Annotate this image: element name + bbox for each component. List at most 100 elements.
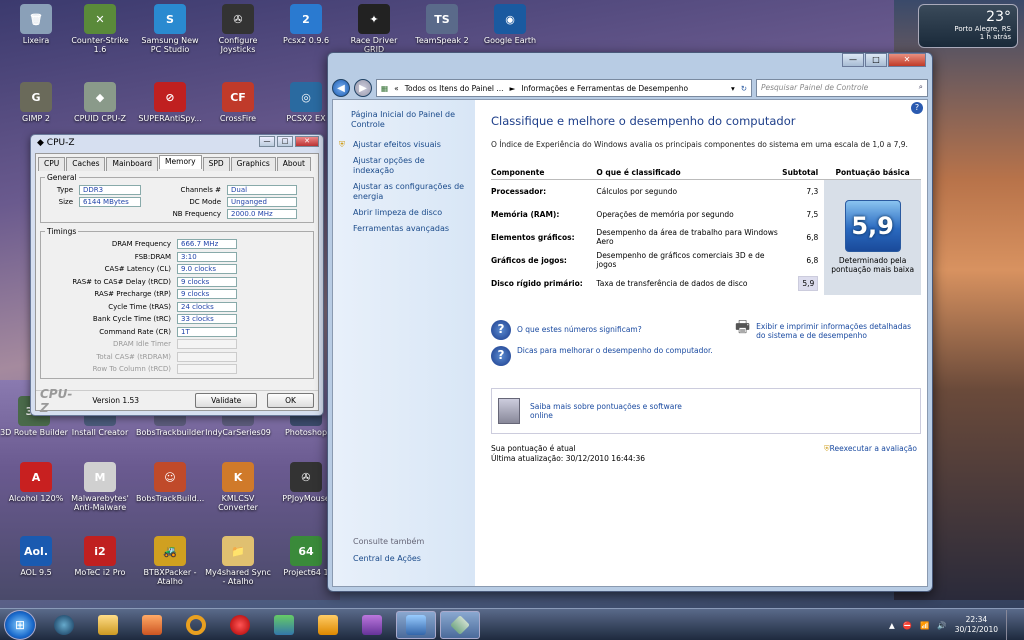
taskbar-media[interactable] — [132, 611, 172, 639]
desktop-icon[interactable]: A Alcohol 120% — [2, 462, 70, 520]
desktop-icon[interactable]: M Malwarebytes' Anti-Malware — [66, 462, 134, 520]
tab-memory[interactable]: Memory — [159, 155, 202, 169]
volume-icon[interactable]: 🔊 — [937, 621, 946, 630]
timing-value: 24 clocks — [177, 301, 237, 312]
desktop-icon[interactable]: ◆ CPUID CPU-Z — [66, 82, 134, 140]
address-bar[interactable]: ▦ « Todos os Itens do Painel ... ► Infor… — [376, 79, 752, 97]
archive-icon — [362, 614, 382, 635]
clock[interactable]: 22:34 30/12/2010 — [955, 615, 998, 635]
taskbar-messenger[interactable] — [264, 611, 304, 639]
learn-more-box[interactable]: Saiba mais sobre pontuações e software o… — [491, 388, 921, 434]
chevron-down-icon[interactable]: ▾ — [731, 84, 735, 93]
back-button[interactable]: ◀ — [332, 79, 350, 97]
cpuz-window[interactable]: ◆ CPU-Z — □ ✕ CPU Caches Mainboard Memory SP… — [30, 134, 324, 416]
taskbar-ring[interactable] — [176, 611, 216, 639]
timing-label: CAS# Latency (CL) — [104, 265, 171, 274]
performance-window[interactable]: — □ ✕ ◀ ▶ ▦ « Todos os Itens do Painel .… — [327, 52, 933, 592]
show-desktop-button[interactable] — [1006, 610, 1016, 640]
tab-mainboard[interactable]: Mainboard — [106, 157, 159, 171]
taskbar-winrar[interactable] — [352, 611, 392, 639]
sidebar-indexing-link[interactable]: Ajustar opções de indexação — [353, 156, 467, 176]
sidebar-power-link[interactable]: Ajustar as configurações de energia — [353, 182, 467, 202]
sidebar-disk-cleanup-link[interactable]: Abrir limpeza de disco — [353, 208, 467, 218]
app-icon: G — [20, 82, 52, 112]
network-icon[interactable]: 📶 — [920, 621, 929, 630]
help-links: ? O que estes números significam? ? Dicas … — [491, 320, 731, 366]
maximize-button[interactable]: □ — [277, 136, 293, 147]
ie-icon — [54, 614, 74, 635]
desktop-icon[interactable]: S Samsung New PC Studio — [136, 4, 204, 62]
start-button[interactable]: ⊞ — [4, 609, 36, 640]
desktop-icon[interactable]: 🗑 Lixeira — [2, 4, 70, 62]
timing-value: 3:10 — [177, 251, 237, 262]
refresh-icon[interactable]: ↻ — [741, 84, 747, 93]
breadcrumb-current[interactable]: Informações e Ferramentas de Desempenho — [521, 84, 688, 93]
ring-icon — [186, 614, 206, 635]
search-icon[interactable]: ⌕ — [919, 82, 923, 92]
tab-about[interactable]: About — [276, 157, 311, 171]
desktop-icon[interactable]: 🚜 BTBXPacker - Atalho — [136, 536, 204, 594]
timing-label: Bank Cycle Time (tRC) — [92, 315, 171, 324]
forward-button[interactable]: ▶ — [354, 79, 372, 97]
taskbar-ie[interactable] — [44, 611, 84, 639]
desktop-icon[interactable]: Aol. AOL 9.5 — [2, 536, 70, 594]
timing-value: 9 clocks — [177, 289, 237, 300]
desktop-icon[interactable]: K KMLCSV Converter — [204, 462, 272, 520]
desktop-icon[interactable]: i2 MoTeC i2 Pro — [66, 536, 134, 594]
desktop-icon-label: 3D Route Builder — [0, 428, 68, 437]
tips-link[interactable]: ? Dicas para melhorar o desempenho do com… — [491, 346, 731, 366]
tab-caches[interactable]: Caches — [66, 157, 106, 171]
action-center-link[interactable]: Central de Ações — [353, 554, 424, 564]
sidebar-visual-effects-link[interactable]: ⛨ Ajustar efeitos visuais — [339, 140, 467, 150]
printer-icon: 🖶 — [735, 317, 751, 336]
maximize-button[interactable]: □ — [865, 53, 887, 67]
security-icon[interactable]: ⛔ — [903, 621, 912, 630]
tab-graphics[interactable]: Graphics — [230, 157, 276, 171]
taskbar-cpuz[interactable] — [440, 610, 480, 639]
taskbar-explorer[interactable] — [88, 611, 128, 639]
timing-label: Command Rate (CR) — [99, 327, 171, 336]
dcmode-label: DC Mode — [189, 198, 221, 206]
desktop-icon[interactable]: G GIMP 2 — [2, 82, 70, 140]
mail-icon — [318, 614, 338, 635]
sidebar-home-link[interactable]: Página Inicial do Painel de Controle — [351, 110, 467, 130]
breadcrumb-all-items[interactable]: Todos os Itens do Painel ... — [405, 84, 504, 93]
component-measure: Desempenho da área de trabalho para Wind… — [596, 228, 778, 246]
close-button[interactable]: ✕ — [295, 136, 319, 147]
minimize-button[interactable]: — — [259, 136, 275, 147]
weather-gadget[interactable]: 23° Porto Alegre, RS 1 h atrás — [918, 4, 1018, 48]
desktop-icon[interactable]: ✕ Counter-Strike 1.6 — [66, 4, 134, 62]
tab-cpu[interactable]: CPU — [38, 157, 66, 171]
desktop-icon[interactable]: ✇ Configure Joysticks — [204, 4, 272, 62]
minimize-button[interactable]: — — [842, 53, 864, 67]
ok-button[interactable]: OK — [267, 393, 314, 408]
search-input[interactable]: Pesquisar Painel de Controle ⌕ — [756, 79, 928, 97]
taskbar-control-panel[interactable] — [396, 610, 436, 639]
desktop-icon[interactable]: CF CrossFire — [204, 82, 272, 140]
help-icon[interactable]: ? — [911, 102, 923, 114]
timing-label: FSB:DRAM — [134, 252, 171, 261]
show-hidden-icons[interactable]: ▲ — [889, 621, 895, 630]
what-numbers-link[interactable]: ? O que estes números significam? — [491, 320, 731, 340]
print-details-label: Exibir e imprimir informações detalhadas… — [756, 322, 912, 340]
rerun-link[interactable]: ⛨Reexecutar a avaliação — [824, 444, 917, 454]
subtotal-value: 7,3 — [806, 186, 819, 196]
desktop-icon[interactable]: 📁 My4shared Sync - Atalho — [204, 536, 272, 594]
tab-spd[interactable]: SPD — [202, 157, 230, 171]
timing-value — [177, 364, 237, 375]
app-icon: 🗑 — [20, 4, 52, 34]
validate-button[interactable]: Validate — [195, 393, 258, 408]
sidebar-advanced-tools-link[interactable]: Ferramentas avançadas — [353, 224, 467, 234]
taskbar-opera[interactable] — [220, 611, 260, 639]
close-button[interactable]: ✕ — [888, 53, 926, 67]
print-details-link[interactable]: 🖶 Exibir e imprimir informações detalhad… — [735, 317, 921, 341]
desktop-icon[interactable]: ⊘ SUPERAntiSpy... — [136, 82, 204, 140]
cpuz-icon — [450, 614, 470, 635]
taskbar-outlook[interactable] — [308, 611, 348, 639]
score-table: Componente O que é classificado Subtotal… — [491, 165, 921, 295]
shield-icon: ⛨ — [339, 140, 345, 149]
desktop-icon[interactable]: ☺ BobsTrackBuild... — [136, 462, 204, 520]
app-icon: ◉ — [494, 4, 526, 34]
component-measure: Cálculos por segundo — [596, 186, 678, 196]
main-panel: Classifique e melhore o desempenho do co… — [491, 114, 921, 586]
